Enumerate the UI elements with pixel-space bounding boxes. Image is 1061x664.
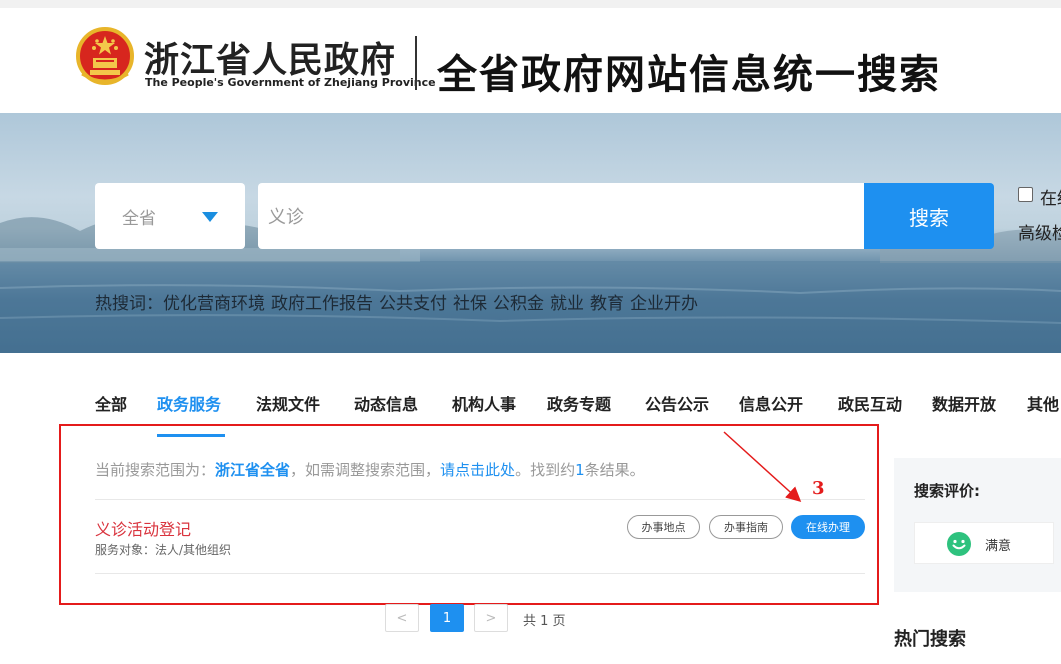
header-divider (415, 36, 417, 90)
scope-select[interactable]: 全省 (95, 183, 245, 249)
within-results-label[interactable]: 在结果中搜索 (1040, 184, 1061, 209)
hot-search-item[interactable]: 社保 (453, 294, 487, 314)
next-page-button[interactable]: > (474, 604, 508, 632)
hot-search-row: 热搜词：优化营商环境 政府工作报告 公共支付 社保 公积金 就业 教育 企业开办 (95, 289, 704, 314)
top-strip (0, 0, 1061, 8)
within-results-checkbox[interactable] (1018, 187, 1033, 202)
rating-title: 搜索评价: (914, 482, 980, 500)
national-emblem-icon (76, 27, 134, 85)
chevron-down-icon (202, 212, 218, 222)
scope-value: 全省 (122, 208, 156, 229)
hot-search-item[interactable]: 政府工作报告 (271, 294, 373, 314)
hot-search-item[interactable]: 优化营商环境 (163, 294, 265, 314)
hot-search-item[interactable]: 教育 (590, 294, 624, 314)
advanced-search-link[interactable]: 高级检索 (1018, 219, 1061, 244)
search-button[interactable]: 搜索 (864, 183, 994, 249)
annotation-box (59, 424, 879, 605)
hot-search-label: 热搜词： (95, 294, 163, 314)
site-title: 全省政府网站信息统一搜索 (437, 51, 941, 98)
tab-other[interactable]: 其他 (1027, 393, 1059, 437)
org-name-en: The People's Government of Zhejiang Prov… (145, 76, 436, 89)
hot-search-item[interactable]: 就业 (550, 294, 584, 314)
satisfied-button[interactable]: 满意 (914, 522, 1054, 564)
tab-open-data[interactable]: 数据开放 (932, 393, 996, 437)
site-header: 浙江省人民政府 The People's Government of Zheji… (0, 8, 1061, 113)
hot-search-item[interactable]: 公积金 (493, 294, 544, 314)
rating-panel: 搜索评价: 满意 (894, 458, 1061, 592)
hot-search-title: 热门搜索 (894, 629, 966, 650)
search-input[interactable] (258, 183, 864, 249)
hot-search-item[interactable]: 公共支付 (379, 294, 447, 314)
satisfied-label: 满意 (985, 539, 1012, 554)
annotation-number: 3 (812, 478, 825, 499)
page-total: 共 1 页 (523, 614, 566, 629)
search-banner: 全省 搜索 在结果中搜索 高级检索 热搜词：优化营商环境政府工作报告公共支付社保… (0, 113, 1061, 353)
hot-search-item[interactable]: 企业开办 (630, 294, 698, 314)
prev-page-button[interactable]: < (385, 604, 419, 632)
smile-icon (947, 532, 971, 556)
page-1-button[interactable]: 1 (430, 604, 464, 632)
